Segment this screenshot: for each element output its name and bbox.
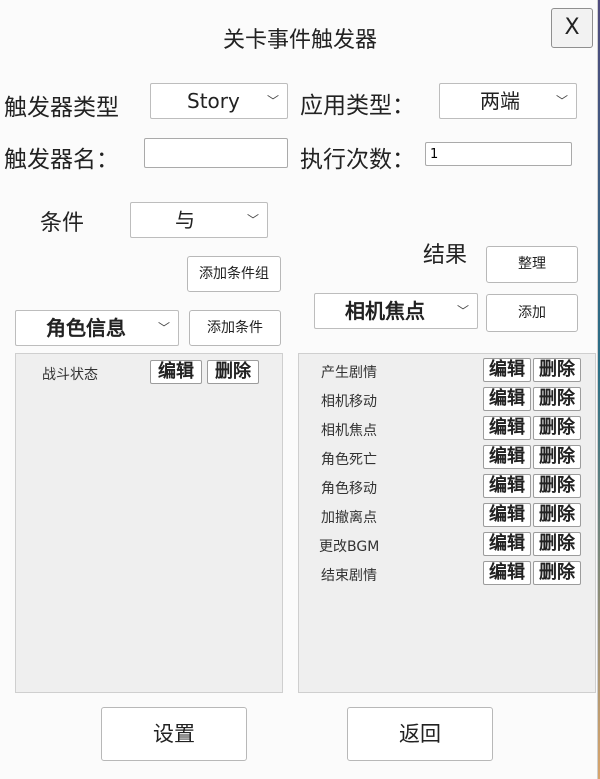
- execution-count-input[interactable]: [425, 142, 572, 166]
- list-item: 产生剧情 编辑 删除: [299, 356, 595, 385]
- delete-button[interactable]: 删除: [207, 360, 259, 384]
- edit-button[interactable]: 编辑: [483, 474, 531, 498]
- list-item: 相机焦点 编辑 删除: [299, 414, 595, 443]
- trigger-type-label: 触发器类型: [4, 95, 119, 121]
- list-item: 相机移动 编辑 删除: [299, 385, 595, 414]
- list-item: 加撤离点 编辑 删除: [299, 501, 595, 530]
- delete-button[interactable]: 删除: [533, 474, 581, 498]
- condition-category-value: 角色信息: [46, 316, 126, 340]
- settings-button[interactable]: 设置: [101, 707, 247, 761]
- delete-button[interactable]: 删除: [533, 532, 581, 556]
- condition-category-select[interactable]: 角色信息 ﹀: [15, 310, 179, 346]
- results-label: 结果: [423, 243, 468, 268]
- edit-button[interactable]: 编辑: [483, 503, 531, 527]
- trigger-name-input[interactable]: [144, 138, 288, 168]
- list-item: 角色移动 编辑 删除: [299, 472, 595, 501]
- level-event-trigger-dialog: 关卡事件触发器 X 触发器类型 Story ﹀ 应用类型： 两端 ﹀ 触发器名：…: [0, 0, 598, 779]
- delete-button[interactable]: 删除: [533, 416, 581, 440]
- result-name: 角色死亡: [321, 452, 377, 468]
- result-name: 加撤离点: [321, 510, 377, 526]
- edit-button[interactable]: 编辑: [483, 416, 531, 440]
- result-category-value: 相机焦点: [345, 299, 425, 323]
- condition-name: 战斗状态: [42, 367, 98, 383]
- delete-button[interactable]: 删除: [533, 445, 581, 469]
- chevron-down-icon: ﹀: [266, 94, 279, 108]
- result-name: 相机移动: [321, 394, 377, 410]
- result-name: 结束剧情: [321, 568, 377, 584]
- list-item: 更改BGM 编辑 删除: [299, 530, 595, 559]
- list-item: 战斗状态 编辑 删除: [16, 358, 282, 387]
- execution-count-label: 执行次数：: [300, 147, 415, 173]
- add-condition-group-button[interactable]: 添加条件组: [187, 256, 281, 292]
- edit-button[interactable]: 编辑: [483, 445, 531, 469]
- apply-type-value: 两端: [480, 89, 520, 113]
- chevron-down-icon: ﹀: [246, 213, 259, 227]
- delete-button[interactable]: 删除: [533, 358, 581, 382]
- delete-button[interactable]: 删除: [533, 387, 581, 411]
- result-category-select[interactable]: 相机焦点 ﹀: [314, 293, 478, 329]
- list-item: 角色死亡 编辑 删除: [299, 443, 595, 472]
- list-item: 结束剧情 编辑 删除: [299, 559, 595, 588]
- apply-type-label: 应用类型：: [300, 93, 415, 119]
- add-result-button[interactable]: 添加: [486, 294, 578, 332]
- condition-logic-select[interactable]: 与 ﹀: [130, 202, 268, 238]
- results-list-panel: 产生剧情 编辑 删除 相机移动 编辑 删除 相机焦点 编辑 删除 角色死亡 编辑…: [298, 353, 596, 693]
- trigger-type-select[interactable]: Story ﹀: [150, 83, 288, 119]
- back-button[interactable]: 返回: [347, 707, 493, 761]
- close-button[interactable]: X: [551, 8, 593, 48]
- edit-button[interactable]: 编辑: [483, 358, 531, 382]
- conditions-label: 条件: [40, 211, 85, 236]
- organize-button[interactable]: 整理: [486, 246, 578, 283]
- delete-button[interactable]: 删除: [533, 561, 581, 585]
- edit-button[interactable]: 编辑: [483, 561, 531, 585]
- trigger-type-value: Story: [187, 89, 240, 113]
- dialog-title: 关卡事件触发器: [222, 28, 377, 53]
- delete-button[interactable]: 删除: [533, 503, 581, 527]
- edit-button[interactable]: 编辑: [483, 387, 531, 411]
- trigger-name-label: 触发器名：: [4, 147, 119, 173]
- edit-button[interactable]: 编辑: [483, 532, 531, 556]
- condition-logic-value: 与: [175, 208, 195, 232]
- result-name: 更改BGM: [319, 539, 380, 555]
- edit-button[interactable]: 编辑: [150, 360, 202, 384]
- result-name: 角色移动: [321, 481, 377, 497]
- add-condition-button[interactable]: 添加条件: [189, 310, 281, 346]
- chevron-down-icon: ﹀: [157, 321, 170, 335]
- result-name: 相机焦点: [321, 423, 377, 439]
- chevron-down-icon: ﹀: [555, 94, 568, 108]
- apply-type-select[interactable]: 两端 ﹀: [439, 83, 577, 119]
- conditions-list-panel: 战斗状态 编辑 删除: [15, 353, 283, 693]
- result-name: 产生剧情: [321, 365, 377, 381]
- chevron-down-icon: ﹀: [456, 304, 469, 318]
